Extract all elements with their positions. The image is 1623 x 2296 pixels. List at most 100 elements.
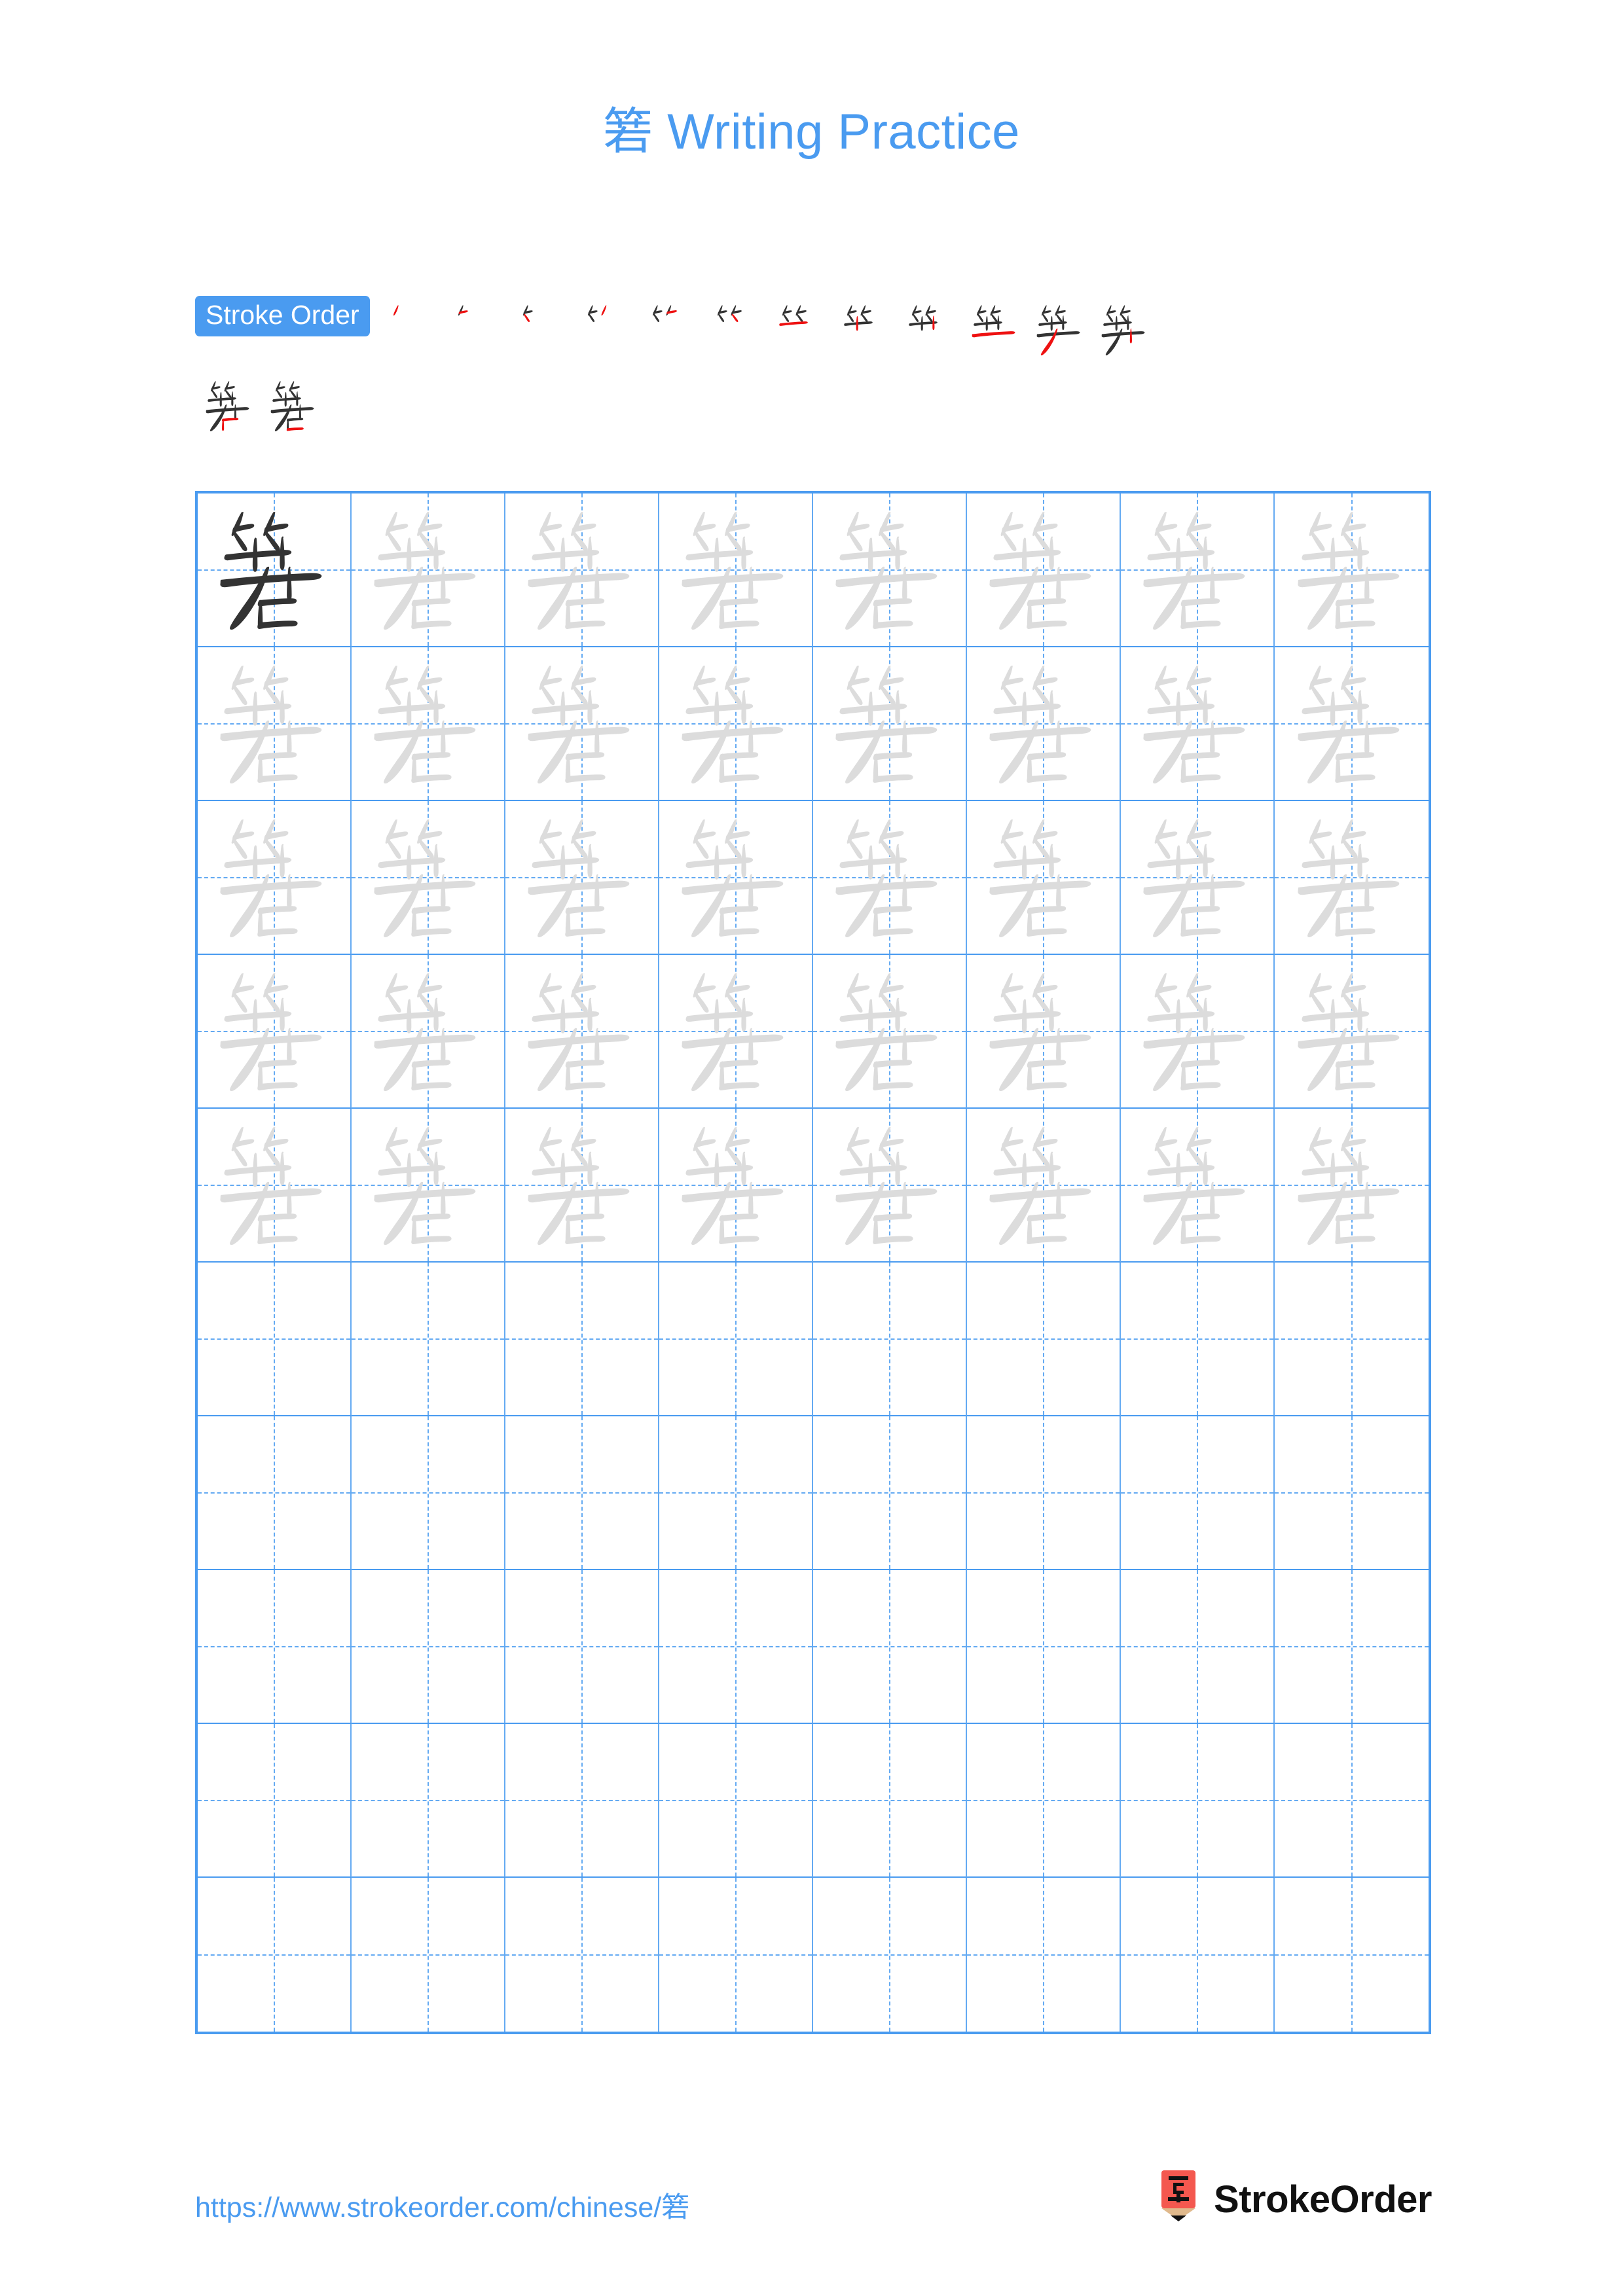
practice-cell[interactable] bbox=[352, 955, 505, 1109]
practice-cell[interactable] bbox=[1121, 1263, 1275, 1416]
practice-cell[interactable] bbox=[1121, 1416, 1275, 1570]
practice-cell[interactable] bbox=[659, 1416, 813, 1570]
practice-cell[interactable] bbox=[659, 1109, 813, 1263]
practice-cell[interactable] bbox=[1121, 955, 1275, 1109]
practice-cell[interactable] bbox=[198, 1263, 352, 1416]
stroke-order-step bbox=[261, 372, 326, 440]
tracing-character-glyph bbox=[1275, 493, 1429, 646]
practice-cell[interactable] bbox=[1275, 1570, 1429, 1724]
practice-cell[interactable] bbox=[505, 647, 659, 801]
practice-cell[interactable] bbox=[1275, 1263, 1429, 1416]
practice-cell[interactable] bbox=[813, 801, 967, 955]
practice-cell[interactable] bbox=[1121, 801, 1275, 955]
practice-cell[interactable] bbox=[198, 801, 352, 955]
practice-cell[interactable] bbox=[967, 801, 1121, 955]
practice-cell[interactable] bbox=[198, 955, 352, 1109]
practice-cell[interactable] bbox=[1275, 1109, 1429, 1263]
practice-cell[interactable] bbox=[352, 1109, 505, 1263]
practice-cell[interactable] bbox=[505, 1109, 659, 1263]
practice-cell[interactable] bbox=[198, 1878, 352, 2032]
practice-cell[interactable] bbox=[198, 1109, 352, 1263]
practice-cell[interactable] bbox=[352, 801, 505, 955]
practice-cell[interactable] bbox=[198, 1416, 352, 1570]
practice-cell[interactable] bbox=[505, 1263, 659, 1416]
practice-cell[interactable] bbox=[198, 1570, 352, 1724]
tracing-character-glyph bbox=[813, 493, 966, 646]
practice-cell[interactable] bbox=[505, 1570, 659, 1724]
page-footer: https://www.strokeorder.com/chinese/箬 St… bbox=[0, 2170, 1623, 2258]
practice-cell[interactable] bbox=[1275, 493, 1429, 647]
practice-cell[interactable] bbox=[659, 1878, 813, 2032]
practice-cell[interactable] bbox=[1121, 493, 1275, 647]
practice-cell[interactable] bbox=[1275, 801, 1429, 955]
tracing-character-glyph bbox=[967, 955, 1120, 1107]
practice-cell[interactable] bbox=[352, 1724, 505, 1878]
practice-cell[interactable] bbox=[1121, 1724, 1275, 1878]
tracing-character-glyph bbox=[1275, 647, 1429, 800]
practice-cell[interactable] bbox=[1275, 1416, 1429, 1570]
practice-cell[interactable] bbox=[967, 1878, 1121, 2032]
practice-cell[interactable] bbox=[1121, 1570, 1275, 1724]
practice-cell[interactable] bbox=[352, 1416, 505, 1570]
brand-name-text: StrokeOrder bbox=[1214, 2178, 1432, 2221]
tracing-character-glyph bbox=[967, 647, 1120, 800]
source-url-link[interactable]: https://www.strokeorder.com/chinese/箬 bbox=[195, 2185, 689, 2225]
practice-cell[interactable] bbox=[659, 955, 813, 1109]
practice-cell[interactable] bbox=[659, 1724, 813, 1878]
tracing-character-glyph bbox=[813, 955, 966, 1107]
practice-cell[interactable] bbox=[813, 493, 967, 647]
practice-cell[interactable] bbox=[813, 1878, 967, 2032]
tracing-character-glyph bbox=[505, 801, 658, 954]
practice-cell[interactable] bbox=[505, 801, 659, 955]
practice-cell[interactable] bbox=[967, 1570, 1121, 1724]
practice-cell[interactable] bbox=[198, 1724, 352, 1878]
practice-cell[interactable] bbox=[352, 647, 505, 801]
practice-cell[interactable] bbox=[1121, 1109, 1275, 1263]
practice-cell[interactable] bbox=[505, 493, 659, 647]
practice-cell[interactable] bbox=[1275, 955, 1429, 1109]
practice-cell[interactable] bbox=[813, 1570, 967, 1724]
stroke-order-badge: Stroke Order bbox=[195, 296, 370, 336]
practice-cell[interactable] bbox=[967, 1109, 1121, 1263]
practice-cell[interactable] bbox=[659, 493, 813, 647]
practice-cell[interactable] bbox=[1275, 647, 1429, 801]
practice-cell[interactable] bbox=[505, 1416, 659, 1570]
practice-cell[interactable] bbox=[352, 493, 505, 647]
practice-cell[interactable] bbox=[352, 1263, 505, 1416]
practice-cell[interactable] bbox=[967, 1724, 1121, 1878]
practice-cell[interactable] bbox=[659, 801, 813, 955]
tracing-character-glyph bbox=[352, 801, 504, 954]
practice-cell[interactable] bbox=[813, 1263, 967, 1416]
practice-cell[interactable] bbox=[967, 493, 1121, 647]
practice-cell[interactable] bbox=[967, 1263, 1121, 1416]
practice-cell[interactable] bbox=[1275, 1724, 1429, 1878]
practice-cell[interactable] bbox=[198, 647, 352, 801]
practice-cell[interactable] bbox=[198, 493, 352, 647]
tracing-character-glyph bbox=[352, 1109, 504, 1261]
practice-cell[interactable] bbox=[967, 647, 1121, 801]
practice-cell[interactable] bbox=[1275, 1878, 1429, 2032]
practice-cell[interactable] bbox=[813, 1109, 967, 1263]
practice-cell[interactable] bbox=[967, 955, 1121, 1109]
practice-cell[interactable] bbox=[352, 1570, 505, 1724]
practice-cell[interactable] bbox=[659, 1570, 813, 1724]
practice-cell[interactable] bbox=[505, 1724, 659, 1878]
practice-cell[interactable] bbox=[813, 1724, 967, 1878]
tracing-character-glyph bbox=[1121, 955, 1273, 1107]
practice-grid bbox=[195, 491, 1431, 2034]
practice-cell[interactable] bbox=[813, 647, 967, 801]
stroke-order-step bbox=[768, 296, 833, 364]
stroke-order-step bbox=[379, 296, 444, 364]
tracing-character-glyph bbox=[1121, 647, 1273, 800]
practice-cell[interactable] bbox=[505, 1878, 659, 2032]
practice-cell[interactable] bbox=[352, 1878, 505, 2032]
practice-cell[interactable] bbox=[967, 1416, 1121, 1570]
practice-cell[interactable] bbox=[813, 1416, 967, 1570]
practice-cell[interactable] bbox=[659, 1263, 813, 1416]
practice-cell[interactable] bbox=[1121, 1878, 1275, 2032]
pencil-logo-icon bbox=[1161, 2170, 1196, 2221]
practice-cell[interactable] bbox=[813, 955, 967, 1109]
practice-cell[interactable] bbox=[1121, 647, 1275, 801]
practice-cell[interactable] bbox=[659, 647, 813, 801]
practice-cell[interactable] bbox=[505, 955, 659, 1109]
